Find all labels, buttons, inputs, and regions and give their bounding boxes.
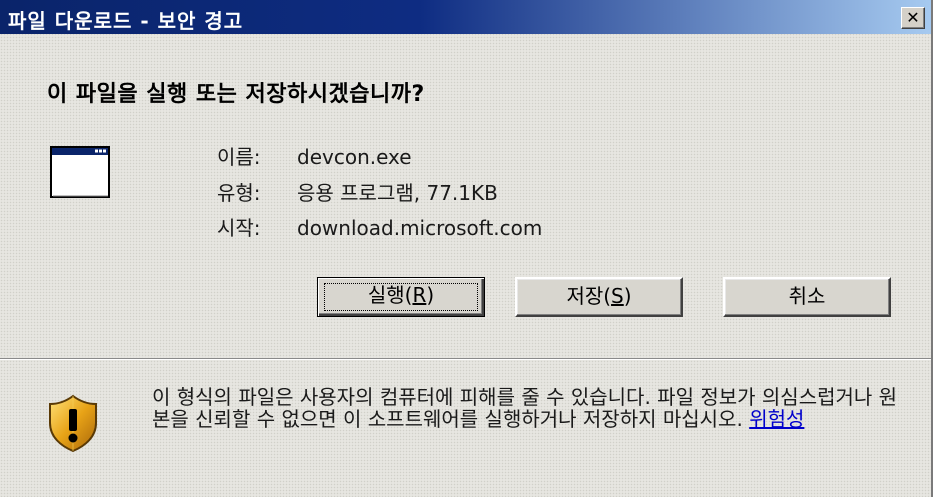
file-source-value: download.microsoft.com (297, 216, 543, 240)
close-icon: ✕ (906, 8, 920, 27)
file-source-label: 시작: (217, 216, 261, 240)
file-name-label: 이름: (217, 145, 261, 169)
file-type-label: 유형: (217, 181, 261, 205)
divider (0, 358, 931, 360)
window-title: 파일 다운로드 - 보안 경고 (8, 9, 244, 33)
security-shield-icon (49, 394, 97, 453)
save-button-label-close: ) (623, 284, 632, 308)
application-window-icon (50, 146, 110, 198)
risk-link[interactable]: 위험성 (749, 407, 804, 431)
file-source-row: 시작: download.microsoft.com (217, 212, 542, 241)
close-button[interactable]: ✕ (901, 7, 925, 29)
cancel-button-label: 취소 (788, 284, 826, 308)
file-type-value: 응용 프로그램, 77.1KB (297, 181, 498, 205)
security-warning-dialog: 파일 다운로드 - 보안 경고 ✕ 이 파일을 실행 또는 저장하시겠습니까? … (0, 0, 933, 497)
cancel-button[interactable]: 취소 (723, 277, 891, 317)
save-button[interactable]: 저장(S) (515, 277, 683, 317)
save-button-label: 저장( (566, 284, 612, 308)
title-bar[interactable]: 파일 다운로드 - 보안 경고 ✕ (0, 0, 931, 34)
security-warning-text: 이 형식의 파일은 사용자의 컴퓨터에 피해를 줄 수 있습니다. 파일 정보가… (152, 386, 912, 430)
file-type-row: 유형: 응용 프로그램, 77.1KB (217, 177, 498, 206)
run-button[interactable]: 실행(R) (317, 277, 485, 317)
file-name-value: devcon.exe (297, 145, 412, 169)
prompt-question: 이 파일을 실행 또는 저장하시겠습니까? (47, 82, 425, 107)
focus-rectangle (324, 283, 478, 311)
save-button-accesskey: S (611, 284, 624, 308)
file-name-row: 이름: devcon.exe (217, 141, 412, 170)
